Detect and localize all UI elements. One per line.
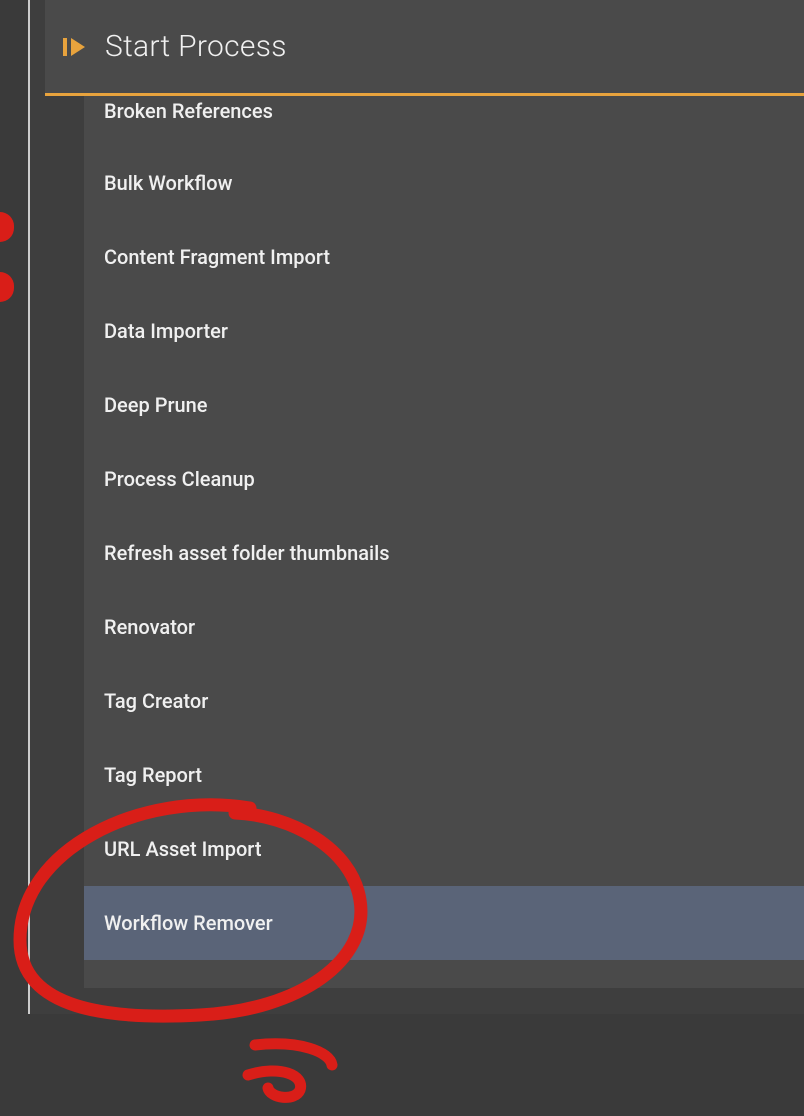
process-item-label: Data Importer — [104, 319, 228, 343]
process-item-label: Bulk Workflow — [104, 171, 232, 195]
process-item-tag-creator[interactable]: Tag Creator — [84, 664, 804, 738]
process-item-label: Process Cleanup — [104, 467, 255, 491]
annotation-edge-mark — [0, 272, 14, 302]
process-item-label: Broken References — [104, 99, 273, 123]
annotation-edge-mark — [0, 212, 14, 242]
process-item-label: URL Asset Import — [104, 837, 262, 861]
process-item-bulk-workflow[interactable]: Bulk Workflow — [84, 146, 804, 220]
header-bar: Start Process — [45, 0, 804, 93]
process-item-label: Renovator — [104, 615, 195, 639]
process-item-label: Refresh asset folder thumbnails — [104, 541, 390, 565]
page-title: Start Process — [105, 29, 287, 64]
process-list-panel: Broken References Bulk Workflow Content … — [84, 96, 804, 988]
process-item-url-asset-import[interactable]: URL Asset Import — [84, 812, 804, 886]
process-item-broken-references[interactable]: Broken References — [84, 96, 804, 146]
process-item-label: Deep Prune — [104, 393, 208, 417]
process-item-label: Tag Creator — [104, 689, 208, 713]
process-item-content-fragment-import[interactable]: Content Fragment Import — [84, 220, 804, 294]
play-icon — [63, 35, 87, 59]
process-item-label: Workflow Remover — [104, 911, 273, 935]
process-item-label: Tag Report — [104, 763, 202, 787]
process-item-renovator[interactable]: Renovator — [84, 590, 804, 664]
process-item-process-cleanup[interactable]: Process Cleanup — [84, 442, 804, 516]
process-item-tag-report[interactable]: Tag Report — [84, 738, 804, 812]
process-item-data-importer[interactable]: Data Importer — [84, 294, 804, 368]
process-item-label: Content Fragment Import — [104, 245, 330, 269]
process-item-workflow-remover[interactable]: Workflow Remover — [84, 886, 804, 960]
process-item-refresh-asset-thumbnails[interactable]: Refresh asset folder thumbnails — [84, 516, 804, 590]
left-edge-divider — [28, 0, 30, 1014]
process-item-deep-prune[interactable]: Deep Prune — [84, 368, 804, 442]
